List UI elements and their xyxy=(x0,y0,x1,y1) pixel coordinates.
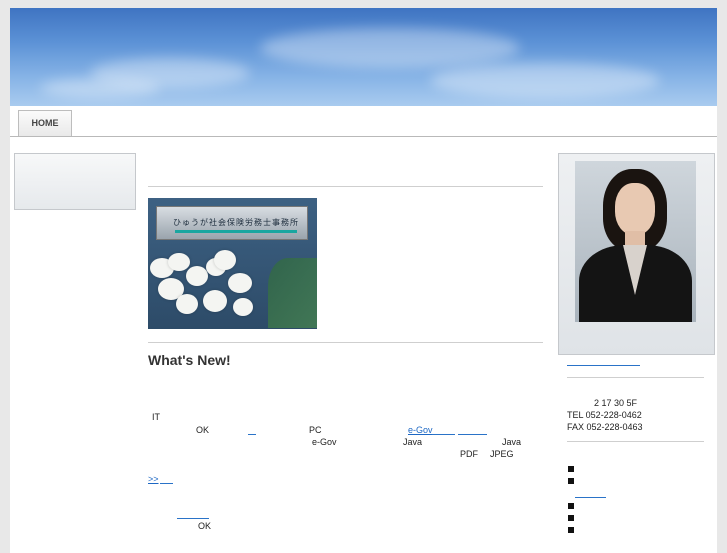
left-sidebar-box xyxy=(14,153,136,210)
news-text: OK xyxy=(196,425,210,435)
news-text: IT xyxy=(152,412,160,422)
divider xyxy=(567,441,704,442)
news-text: e-Gov xyxy=(312,437,337,447)
news-text: OK xyxy=(198,521,212,531)
office-fax: FAX 052-228-0463 xyxy=(567,422,643,432)
main-nav: HOME xyxy=(10,106,717,137)
office-sign: ひゅうが社会保険労務士事務所 xyxy=(156,206,308,240)
news-text: PC xyxy=(309,425,322,435)
divider xyxy=(148,342,543,343)
news-link[interactable] xyxy=(177,518,209,519)
office-photo: ひゅうが社会保険労務士事務所 xyxy=(148,198,317,329)
divider xyxy=(148,186,543,187)
bullet-icon xyxy=(568,515,574,521)
office-tel: TEL 052-228-0462 xyxy=(567,410,642,420)
news-link[interactable] xyxy=(248,434,256,435)
tab-home[interactable]: HOME xyxy=(18,110,72,136)
divider xyxy=(567,377,704,378)
profile-link[interactable] xyxy=(567,365,640,366)
header-banner xyxy=(10,8,717,106)
profile-photo xyxy=(575,161,696,322)
more-link[interactable]: >> xyxy=(148,474,159,484)
egov-link[interactable]: e-Gov xyxy=(408,425,433,435)
sign-text: ひゅうが社会保険労務士事務所 xyxy=(173,218,299,227)
news-text: PDF xyxy=(460,449,478,459)
bullet-icon xyxy=(568,466,574,472)
office-address: 2 17 30 5F xyxy=(594,398,638,408)
news-link[interactable] xyxy=(458,434,487,435)
sidebar-link[interactable] xyxy=(575,497,606,498)
more-link-underline[interactable] xyxy=(160,483,173,484)
news-text: Java xyxy=(502,437,522,447)
whats-new-heading: What's New! xyxy=(148,352,231,368)
news-text: JPEG xyxy=(490,449,514,459)
news-text: Java xyxy=(403,437,423,447)
bullet-icon xyxy=(568,478,574,484)
bullet-icon xyxy=(568,503,574,509)
bullet-icon xyxy=(568,527,574,533)
egov-link-underline[interactable] xyxy=(432,434,455,435)
